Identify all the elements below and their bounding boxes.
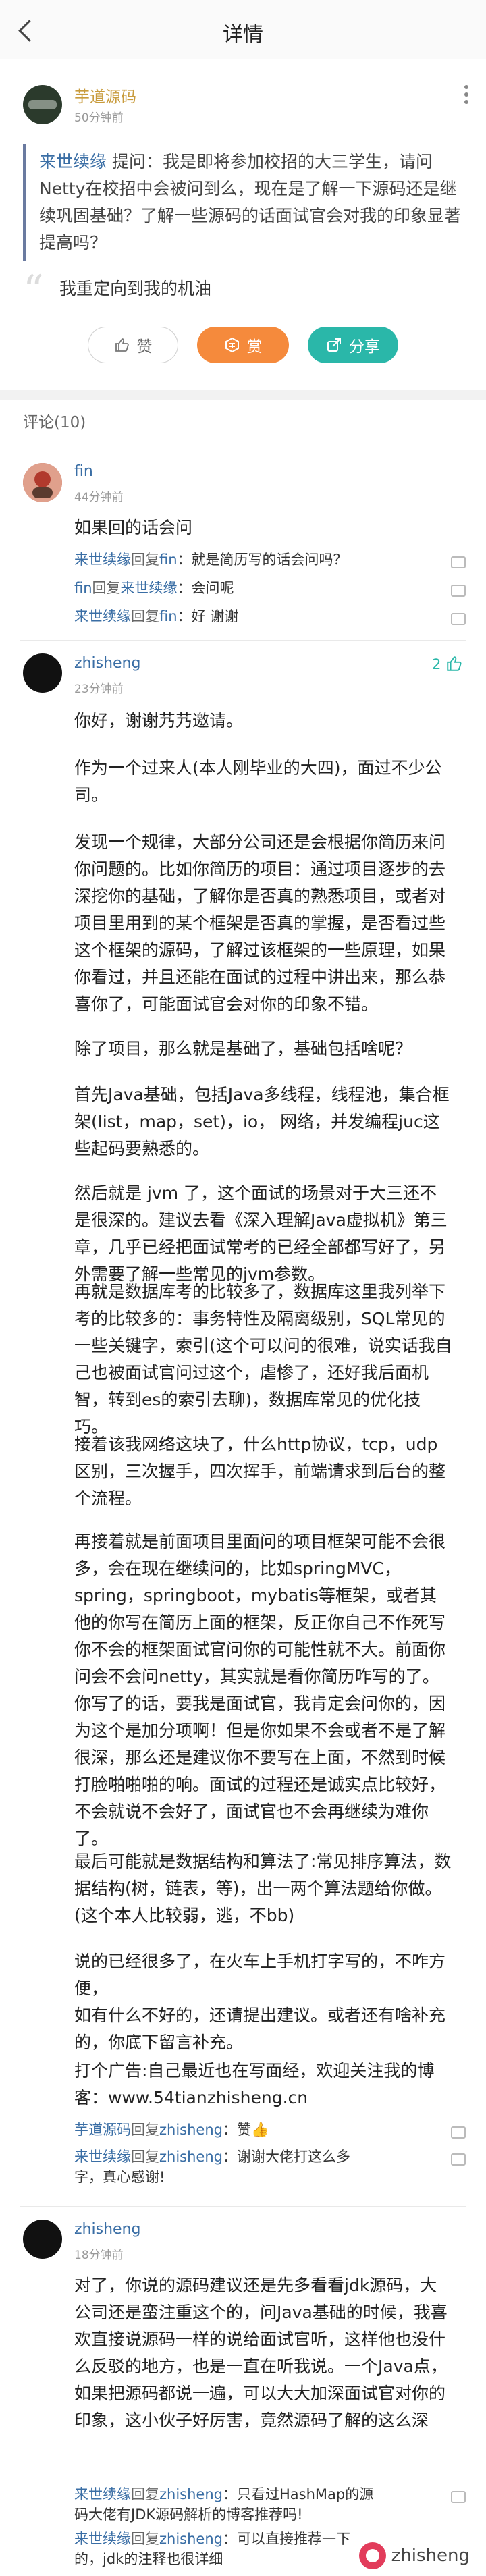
comment-user[interactable]: zhisheng (74, 655, 140, 672)
watermark-text: zhisheng (391, 2546, 470, 2566)
reply-word: 回复 (131, 2531, 159, 2547)
reply-word: 回复 (131, 2149, 159, 2165)
reply-item: 来世续缘回复zhisheng：可以直接推荐一下的，jdk的注释也很详细 (74, 2531, 350, 2567)
quote-user[interactable]: 来世续缘 (39, 152, 107, 171)
watermark-logo-icon (358, 2542, 386, 2569)
avatar[interactable] (23, 653, 62, 693)
reply-word: 回复 (131, 608, 159, 624)
reply-to[interactable]: zhisheng (159, 2531, 223, 2547)
reply-to[interactable]: zhisheng (159, 2149, 223, 2165)
comment-paragraph: 然后就是 jvm 了，这个面试的场景对于大三还不是很深的。建议去看《深入理解Ja… (74, 1183, 448, 1284)
reply-to[interactable]: zhisheng (159, 2486, 223, 2502)
reply-from[interactable]: 来世续缘 (74, 608, 131, 624)
reply-text: 就是简历写的话会问吗？ (191, 552, 348, 568)
comment-paragraph: 打个广告:自己最近也在写面经，欢迎关注我的博客：www.54tianzhishe… (74, 2061, 435, 2108)
like-label: 赞 (136, 338, 153, 356)
reply-like-icon[interactable] (448, 2121, 466, 2139)
reward-icon (225, 337, 239, 353)
avatar-image (23, 463, 62, 502)
share-icon (327, 338, 341, 352)
reply-from[interactable]: 来世续缘 (74, 2149, 131, 2165)
divider (20, 640, 466, 641)
share-button[interactable]: 分享 (308, 327, 398, 363)
comment-paragraph: 除了项目，那么就是基础了，基础包括啥呢？ (74, 1039, 412, 1058)
comment-paragraph: 你好，谢谢艿艿邀请。 (74, 711, 244, 730)
comment-paragraph: 首先Java基础，包括Java多线程，线程池，集合框架(list，map，set… (74, 1085, 450, 1158)
reply-word: 回复 (131, 2122, 159, 2138)
quote-mark-icon: “ (23, 267, 44, 314)
reward-button[interactable]: 赏 (197, 327, 289, 363)
more-icon[interactable] (463, 85, 470, 108)
reward-label: 赏 (246, 338, 263, 356)
comment-time: 23分钟前 (74, 682, 124, 696)
reply-word: 回复 (92, 580, 121, 596)
divider (20, 2206, 466, 2207)
like-count: 2 (432, 656, 441, 672)
reply-to[interactable]: 来世续缘 (121, 580, 178, 596)
reply-from[interactable]: 来世续缘 (74, 2531, 131, 2547)
reply-like-icon[interactable] (448, 2486, 466, 2503)
comment-time: 18分钟前 (74, 2249, 124, 2262)
avatar[interactable] (23, 2220, 62, 2259)
comment-paragraph: 作为一个过来人(本人刚毕业的大四)，面过不少公司。 (74, 758, 442, 805)
reply-item: 来世续缘回复zhisheng：谢谢大佬打这么多字，真心感谢! (74, 2149, 350, 2185)
comment-time: 44分钟前 (74, 491, 124, 504)
reply-from[interactable]: 芋道源码 (74, 2122, 131, 2138)
thumb-up-icon[interactable] (446, 655, 463, 672)
page-title: 详情 (223, 23, 263, 47)
comment-user[interactable]: zhisheng (74, 2221, 140, 2238)
reply-from[interactable]: 来世续缘 (74, 2486, 131, 2502)
reply-item: 来世续缘回复fin：就是简历写的话会问吗？ (74, 552, 348, 568)
comment-paragraph: 最后可能就是数据结构和算法了:常见排序算法，数据结构(树，链表，等)，出一两个算… (74, 1852, 452, 1925)
reply-like-icon[interactable] (448, 551, 466, 568)
comment-user[interactable]: fin (74, 463, 93, 480)
answer-text: 我重定向到我的机油 (59, 279, 212, 298)
comment-body: 对了，你说的源码建议还是先多看看jdk源码，大公司还是蛮注重这个的，问Java基… (74, 2276, 448, 2430)
reply-item: 来世续缘回复zhisheng：只看过HashMap的源码大佬有JDK源码解析的博… (74, 2486, 374, 2523)
reply-text: 会问呢 (191, 580, 234, 596)
reply-from[interactable]: 来世续缘 (74, 552, 131, 568)
watermark: zhisheng (358, 2542, 470, 2569)
reply-to[interactable]: zhisheng (159, 2122, 223, 2138)
thumb-up-icon (115, 338, 129, 352)
reply-text: 赞👍 (236, 2122, 269, 2138)
comment-paragraph: 说的已经很多了，在火车上手机打字写的，不咋方便， 如有什么不好的，还请提出建议。… (74, 1952, 446, 2052)
question-quote: 来世续缘 提问：我是即将参加校招的大三学生，请问Netty在校招中会被问到么，现… (23, 144, 463, 261)
reply-from[interactable]: fin (74, 580, 92, 596)
author-name[interactable]: 芋道源码 (74, 84, 136, 107)
reply-word: 回复 (131, 2486, 159, 2502)
reply-like-icon[interactable] (448, 579, 466, 597)
avatar[interactable] (23, 463, 62, 502)
comment-paragraph: 发现一个规律，大部分公司还是会根据你简历来问你问题的。比如你简历的项目：通过项目… (74, 832, 446, 1014)
top-bar: 详情 (0, 0, 486, 59)
reply-item: 来世续缘回复fin：好 谢谢 (74, 608, 239, 624)
reply-like-icon[interactable] (448, 608, 466, 625)
share-label: 分享 (349, 338, 380, 356)
reply-text: 好 谢谢 (191, 608, 239, 624)
section-divider (0, 390, 486, 400)
reply-to[interactable]: fin (159, 608, 178, 624)
comment-body: 如果回的话会问 (74, 518, 193, 537)
like-button[interactable]: 赞 (88, 327, 178, 363)
comment-paragraph: 接着该我网络这块了，什么http协议，tcp，udp区别，三次握手，四次挥手，前… (74, 1434, 446, 1508)
reply-like-icon[interactable] (448, 2148, 466, 2166)
author-avatar[interactable] (23, 85, 62, 124)
reply-item: fin回复来世续缘：会问呢 (74, 580, 234, 596)
reply-word: 回复 (131, 552, 159, 568)
post-time: 50分钟前 (74, 111, 124, 125)
comments-title: 评论(10) (23, 414, 86, 431)
reply-item: 芋道源码回复zhisheng：赞👍 (74, 2122, 269, 2138)
reply-to[interactable]: fin (159, 552, 178, 568)
comment-paragraph: 再就是数据库考的比较多了，数据库这里我列举下考的比较多的：事务特性及隔离级别，S… (74, 1282, 452, 1437)
comment-paragraph: 再接着就是前面项目里面问的项目框架可能不会很多，会在现在继续问的，比如sprin… (74, 1532, 446, 1848)
